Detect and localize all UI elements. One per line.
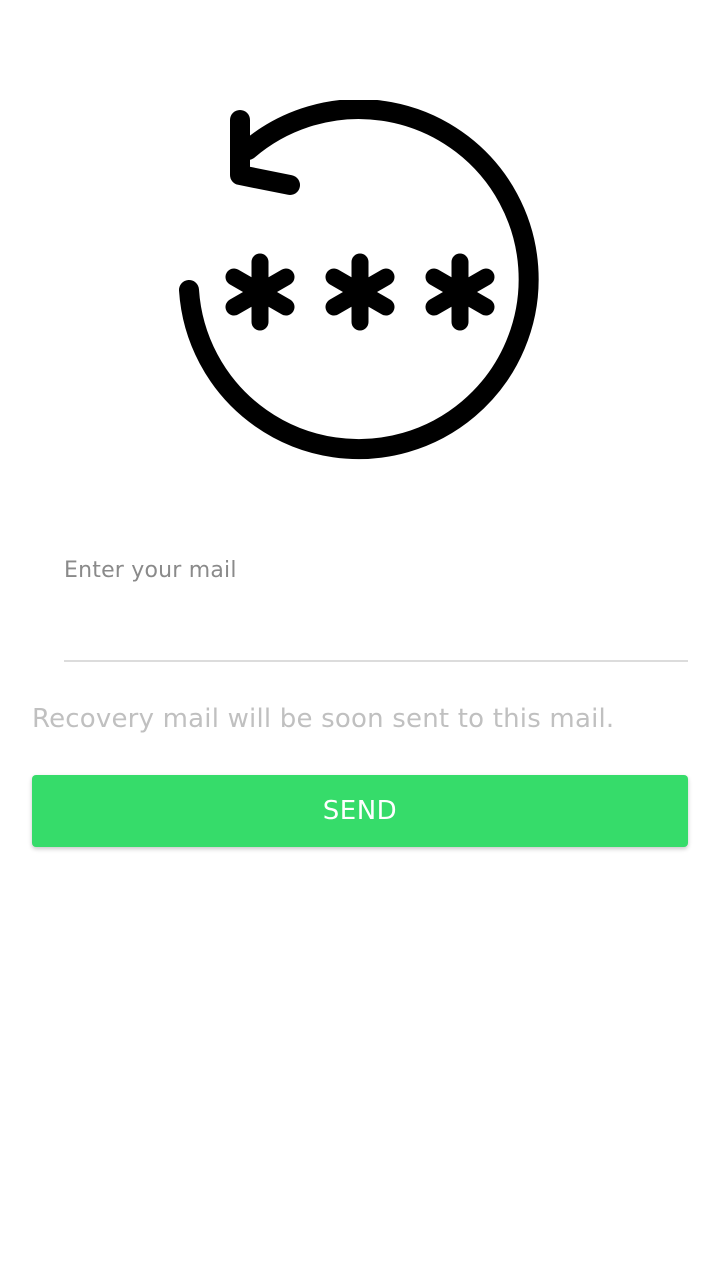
send-button[interactable]: SEND xyxy=(32,775,688,847)
asterisk-icon xyxy=(225,253,295,331)
email-label: Enter your mail xyxy=(64,558,237,583)
recovery-hint-text: Recovery mail will be soon sent to this … xyxy=(32,704,615,734)
password-reset-icon xyxy=(179,100,539,460)
forgot-password-screen: Enter your mail Recovery mail will be so… xyxy=(0,0,720,1280)
email-field: Enter your mail xyxy=(64,552,688,666)
asterisk-icon xyxy=(325,253,395,331)
email-input[interactable] xyxy=(64,602,688,662)
asterisk-icon xyxy=(425,253,495,331)
